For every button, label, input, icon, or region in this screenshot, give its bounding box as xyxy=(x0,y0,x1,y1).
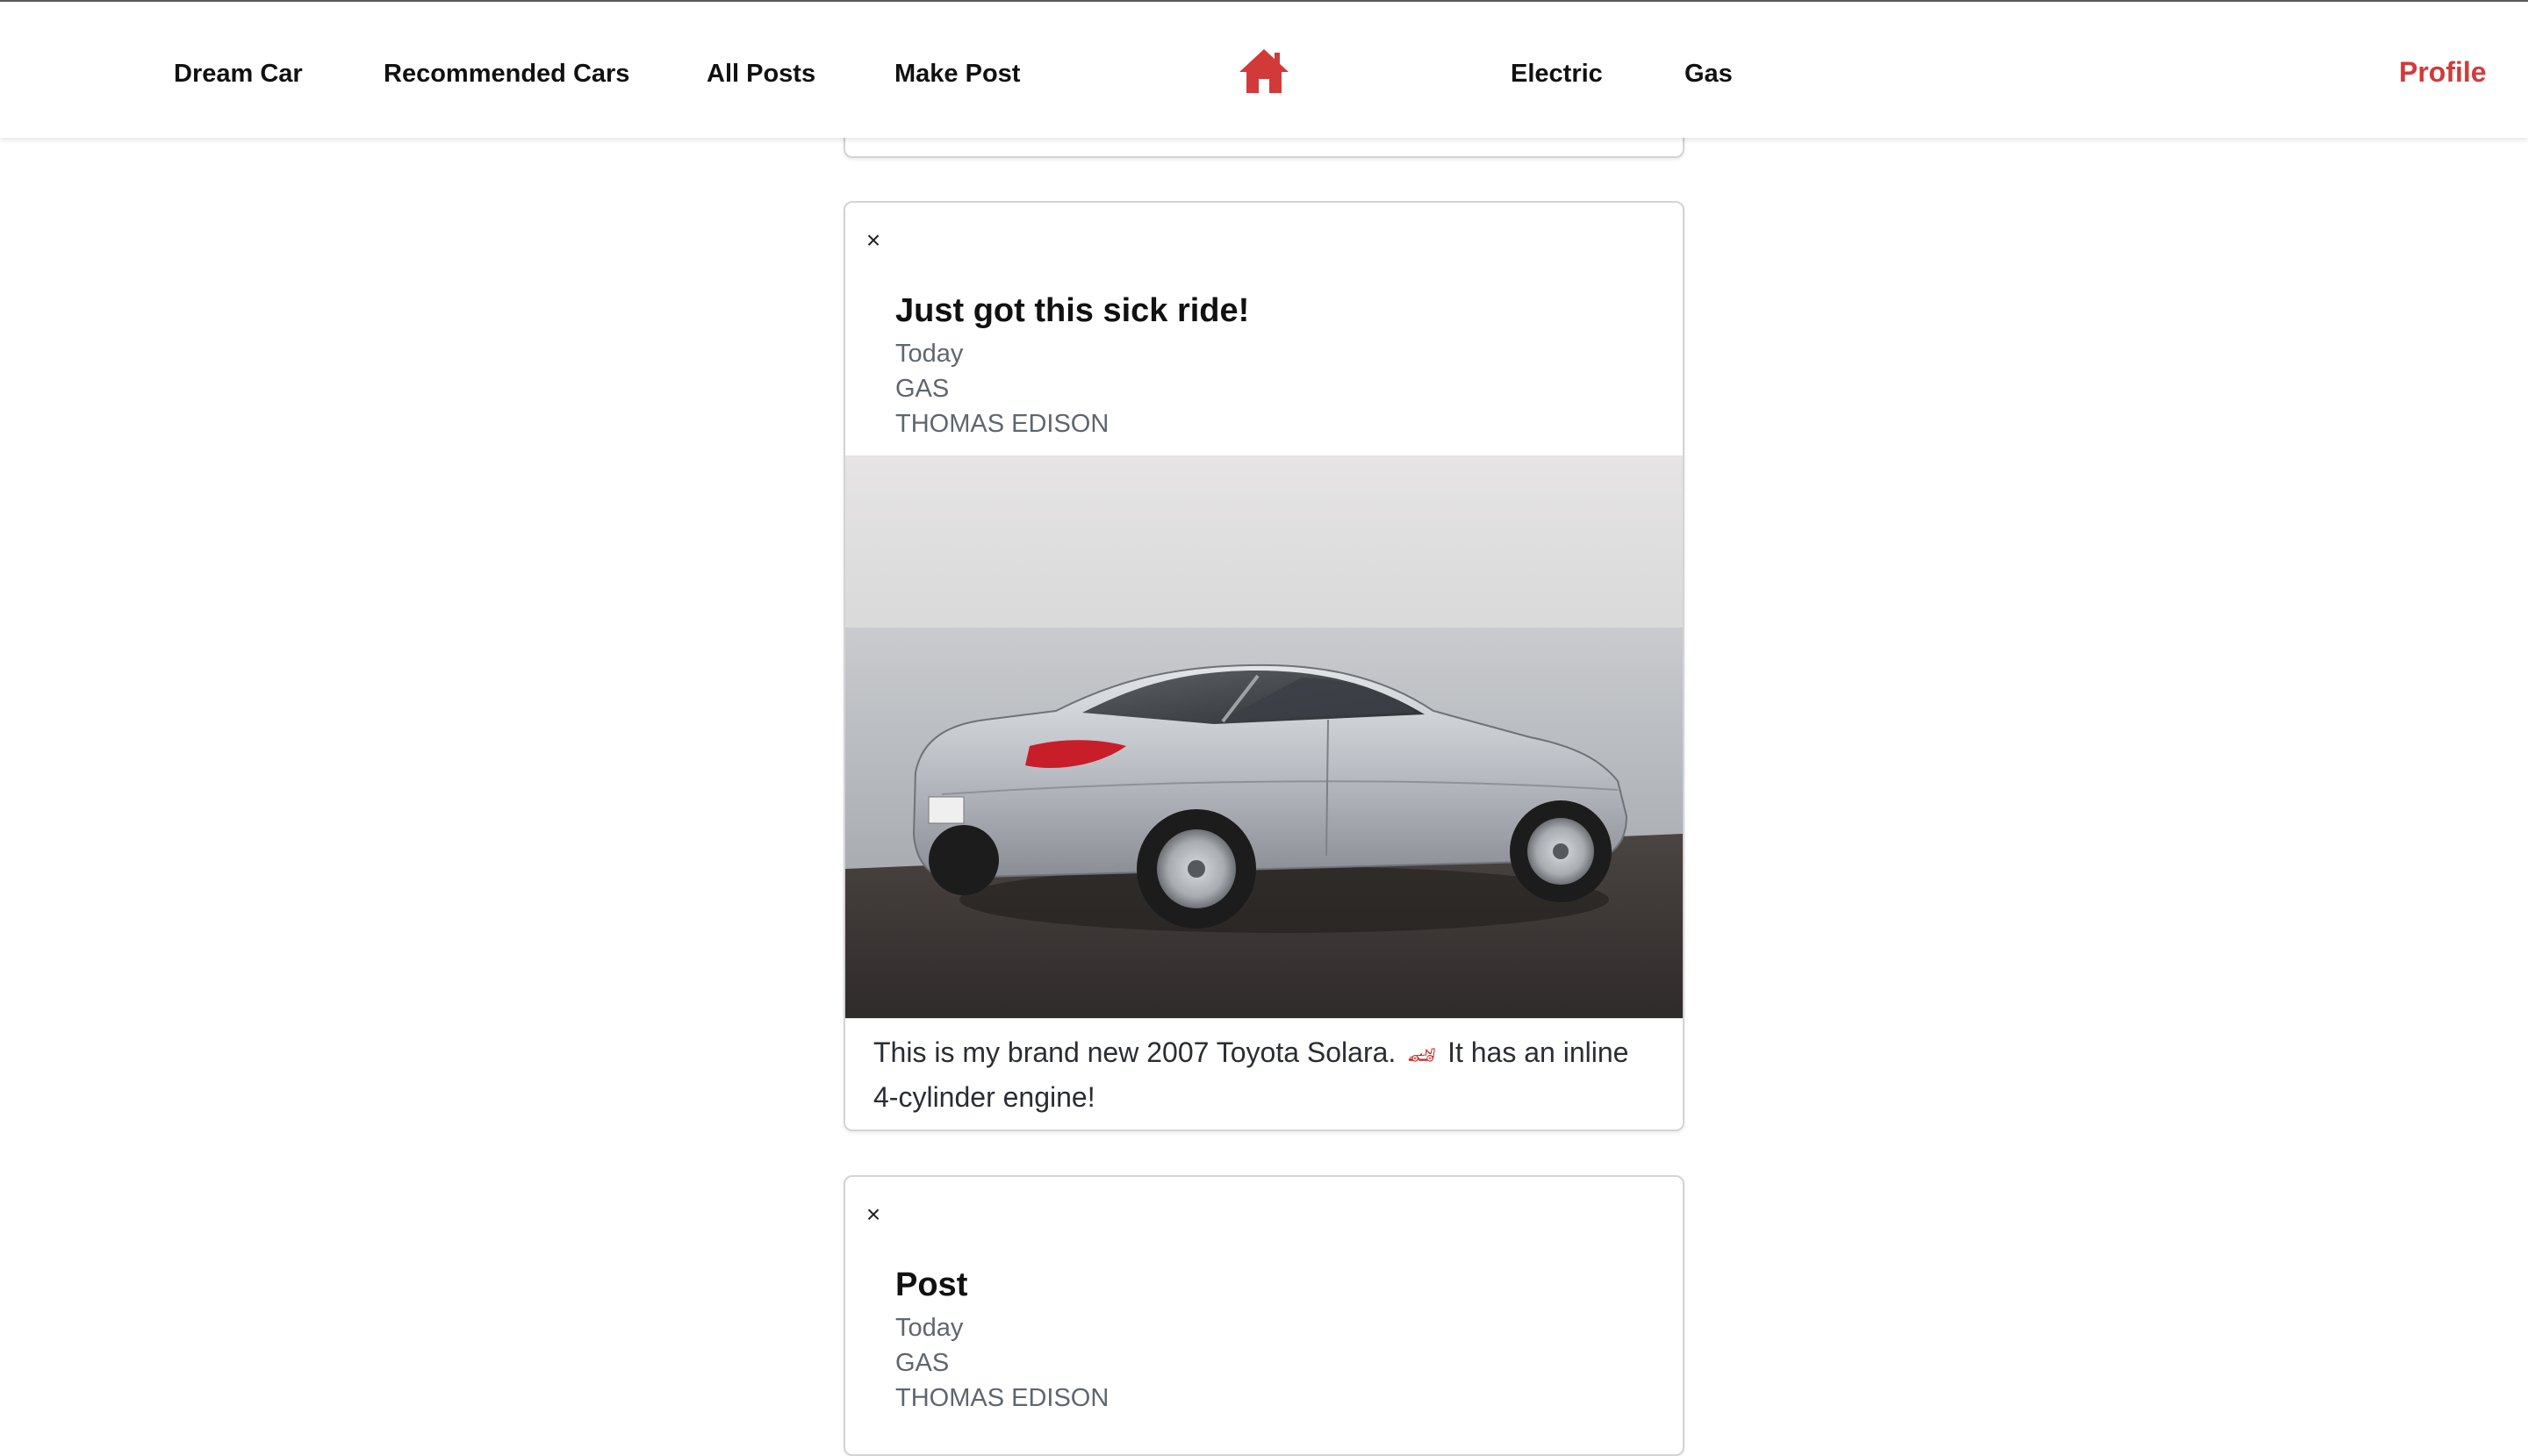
nav-make-post[interactable]: Make Post xyxy=(894,58,1020,90)
post-author: THOMAS EDISON xyxy=(895,1384,1110,1412)
post-fuel-type: GAS xyxy=(895,375,950,403)
close-icon[interactable]: × xyxy=(860,227,887,254)
nav-dream-car[interactable]: Dream Car xyxy=(174,58,303,90)
nav-profile[interactable]: Profile xyxy=(2399,56,2487,88)
post-date: Today xyxy=(895,1314,964,1342)
post-car-photo xyxy=(845,455,1683,1019)
nav-gas[interactable]: Gas xyxy=(1684,58,1733,90)
post-title: Post xyxy=(895,1266,968,1303)
post-author: THOMAS EDISON xyxy=(895,410,1110,438)
post-card: × Post Today GAS THOMAS EDISON xyxy=(844,1175,1684,1456)
top-navbar: Dream Car Recommended Cars All Posts Mak… xyxy=(0,0,2528,138)
post-fuel-type: GAS xyxy=(895,1349,950,1377)
nav-all-posts[interactable]: All Posts xyxy=(707,58,815,90)
home-icon[interactable] xyxy=(1238,47,1290,95)
nav-electric[interactable]: Electric xyxy=(1511,58,1603,90)
race-car-icon: 🏎 xyxy=(1407,1041,1437,1068)
car-photo-illustration xyxy=(845,456,1683,1018)
close-icon[interactable]: × xyxy=(860,1201,887,1228)
post-body: This is my brand new 2007 Toyota Solara.… xyxy=(873,1031,1655,1118)
post-date: Today xyxy=(895,340,964,368)
post-card: × Just got this sick ride! Today GAS THO… xyxy=(844,201,1684,1131)
post-body-text-start: This is my brand new 2007 Toyota Solara. xyxy=(873,1036,1397,1068)
nav-recommended-cars[interactable]: Recommended Cars xyxy=(384,58,629,90)
post-title: Just got this sick ride! xyxy=(895,292,1250,329)
